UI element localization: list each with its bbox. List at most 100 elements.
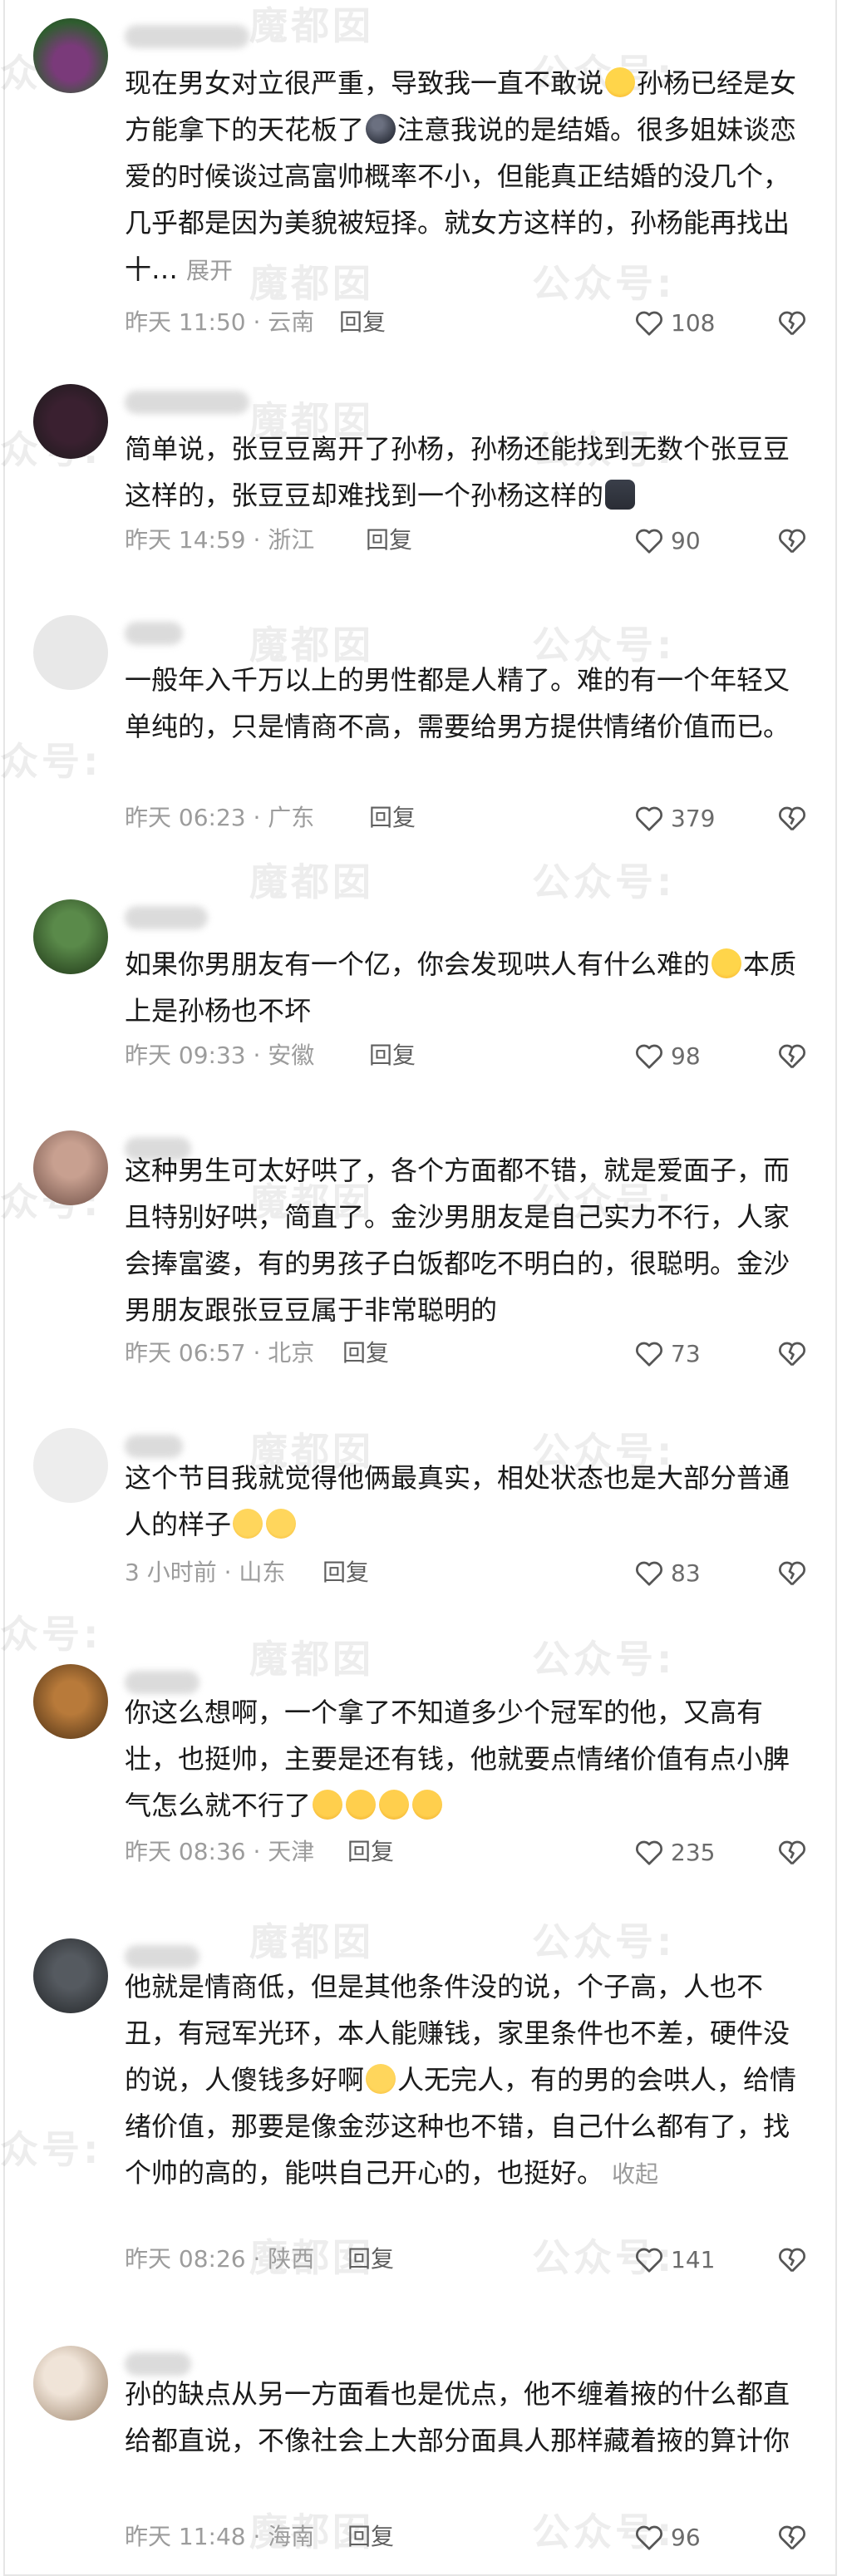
reply-button[interactable]: 回复 (342, 1337, 389, 1370)
like-count: 235 (671, 1838, 716, 1866)
dislike-button[interactable] (776, 1835, 809, 1869)
text-segment: 这个节目我就觉得他俩最真实，相处状态也是大部分普通人的样子 (125, 1462, 790, 1540)
like-button[interactable]: 96 (634, 2520, 717, 2554)
reply-button[interactable]: 回复 (347, 2520, 394, 2554)
comment-text: 一般年入千万以上的男性都是人精了。难的有一个年轻又单纯的，只是情商不高，需要给男… (125, 657, 802, 750)
heart-icon (636, 1840, 662, 1865)
comment-time-location: 昨天 08:36 · 天津 (125, 1838, 315, 1865)
like-button[interactable]: 83 (634, 1556, 717, 1589)
crying-face-emoji-icon (346, 1790, 377, 1820)
broken-heart-icon (779, 1342, 805, 1367)
avatar[interactable] (33, 2346, 108, 2421)
avatar[interactable] (33, 1664, 108, 1739)
dislike-button[interactable] (776, 306, 809, 339)
text-segment: 如果你男朋友有一个亿，你会发现哄人有什么难的 (125, 948, 711, 980)
avatar[interactable] (33, 615, 108, 690)
like-count: 379 (671, 804, 716, 832)
avatar[interactable] (33, 1938, 108, 2013)
comment-text: 这种男生可太好哄了，各个方面都不错，就是爱面子，而且特别好哄，简直了。金沙男朋友… (125, 1147, 802, 1333)
broken-heart-icon (779, 2248, 805, 2273)
avatar[interactable] (33, 899, 108, 974)
heart-icon (636, 311, 662, 336)
broken-heart-icon (779, 1044, 805, 1069)
shy-face-emoji-icon (233, 1509, 263, 1539)
broken-heart-icon (779, 806, 805, 831)
comment-text: 简单说，张豆豆离开了孙杨，孙杨还能找到无数个张豆豆这样的，张豆豆却难找到一个孙杨… (125, 426, 802, 519)
heart-icon (636, 1561, 662, 1586)
collapse-link[interactable]: 收起 (612, 2160, 658, 2188)
avatar[interactable] (33, 384, 108, 459)
comment-time-location: 昨天 06:23 · 广东 (125, 804, 315, 831)
text-segment: 孙的缺点从另一方面看也是优点，他不缠着掖的什么都直给都直说，不像社会上大部分面具… (125, 2378, 790, 2456)
heart-icon (636, 1044, 662, 1069)
comment-text: 这个节目我就觉得他俩最真实，相处状态也是大部分普通人的样子 (125, 1455, 802, 1548)
username-blurred[interactable] (125, 622, 183, 645)
heart-icon (636, 529, 662, 554)
reply-button[interactable]: 回复 (366, 524, 412, 557)
like-count: 73 (671, 1339, 701, 1367)
dislike-button[interactable] (776, 1337, 809, 1370)
dislike-button[interactable] (776, 2243, 809, 2276)
reply-button[interactable]: 回复 (323, 1556, 369, 1589)
broken-heart-icon (779, 2525, 805, 2550)
like-button[interactable]: 379 (634, 801, 717, 835)
text-segment: 简单说，张豆豆离开了孙杨，孙杨还能找到无数个张豆豆这样的，张豆豆却难找到一个孙杨… (125, 433, 790, 511)
username-blurred[interactable] (125, 906, 208, 929)
dark-face-emoji-icon (366, 114, 396, 144)
like-count: 98 (671, 1042, 701, 1070)
laughing-crying-emoji-icon (605, 67, 636, 97)
reply-button[interactable]: 回复 (339, 306, 386, 339)
username-blurred[interactable] (125, 391, 249, 414)
text-segment: 你这么想啊，一个拿了不知道多少个冠军的他，又高有壮，也挺帅，主要是还有钱，他就要… (125, 1697, 790, 1821)
comment-time-location: 3 小时前 · 山东 (125, 1559, 286, 1586)
crying-face-emoji-icon (313, 1790, 343, 1820)
comment-text: 现在男女对立很严重，导致我一直不敢说 孙杨已经是女方能拿下的天花板了 注意我说的是结… (125, 60, 802, 294)
comment-text: 你这么想啊，一个拿了不知道多少个冠军的他，又高有壮，也挺帅，主要是还有钱，他就要… (125, 1689, 802, 1829)
like-button[interactable]: 141 (634, 2243, 717, 2276)
like-count: 90 (671, 526, 701, 554)
like-button[interactable]: 90 (634, 524, 717, 557)
reply-button[interactable]: 回复 (369, 1039, 416, 1072)
comment-time-location: 昨天 11:48 · 海南 (125, 2523, 315, 2550)
username-blurred[interactable] (125, 25, 249, 48)
text-segment: 现在男女对立很严重，导致我一直不敢说 (125, 67, 604, 99)
crying-face-emoji-icon (379, 1790, 410, 1820)
reply-button[interactable]: 回复 (347, 2243, 394, 2276)
crying-face-emoji-icon (412, 1790, 443, 1820)
like-button[interactable]: 108 (634, 306, 717, 339)
avatar[interactable] (33, 1428, 108, 1503)
comment-text: 他就是情商低，但是其他条件没的说，个子高，人也不丑，有冠军光环，本人能赚钱，家里… (125, 1963, 802, 2198)
like-count: 83 (671, 1559, 701, 1587)
laughing-crying-emoji-icon (712, 948, 742, 978)
comment-time-location: 昨天 14:59 · 浙江 (125, 526, 315, 554)
cat-emoji-icon (605, 480, 636, 510)
heart-icon (636, 2525, 662, 2550)
text-segment: 一般年入千万以上的男性都是人精了。难的有一个年轻又单纯的，只是情商不高，需要给男… (125, 664, 790, 742)
reply-button[interactable]: 回复 (369, 801, 416, 835)
dislike-button[interactable] (776, 801, 809, 835)
dislike-button[interactable] (776, 1039, 809, 1072)
like-button[interactable]: 73 (634, 1337, 717, 1370)
reply-button[interactable]: 回复 (347, 1835, 394, 1869)
like-button[interactable]: 98 (634, 1039, 717, 1072)
comment-time-location: 昨天 11:50 · 云南 (125, 308, 315, 336)
heart-icon (636, 2248, 662, 2273)
dislike-button[interactable] (776, 524, 809, 557)
broken-heart-icon (779, 1561, 805, 1586)
comment-time-location: 昨天 09:33 · 安徽 (125, 1042, 315, 1069)
avatar[interactable] (33, 1130, 108, 1205)
comment-time-location: 昨天 06:57 · 北京 (125, 1339, 315, 1367)
like-count: 96 (671, 2523, 701, 2551)
comment-text: 如果你男朋友有一个亿，你会发现哄人有什么难的 本质上是孙杨也不坏 (125, 941, 802, 1034)
heart-icon (636, 806, 662, 831)
like-button[interactable]: 235 (634, 1835, 717, 1869)
avatar[interactable] (33, 18, 108, 93)
like-count: 108 (671, 308, 716, 337)
broken-heart-icon (779, 529, 805, 554)
heart-icon (636, 1342, 662, 1367)
dislike-button[interactable] (776, 2520, 809, 2554)
broken-heart-icon (779, 311, 805, 336)
broken-heart-icon (779, 1840, 805, 1865)
dislike-button[interactable] (776, 1556, 809, 1589)
expand-link[interactable]: 展开 (186, 257, 233, 284)
